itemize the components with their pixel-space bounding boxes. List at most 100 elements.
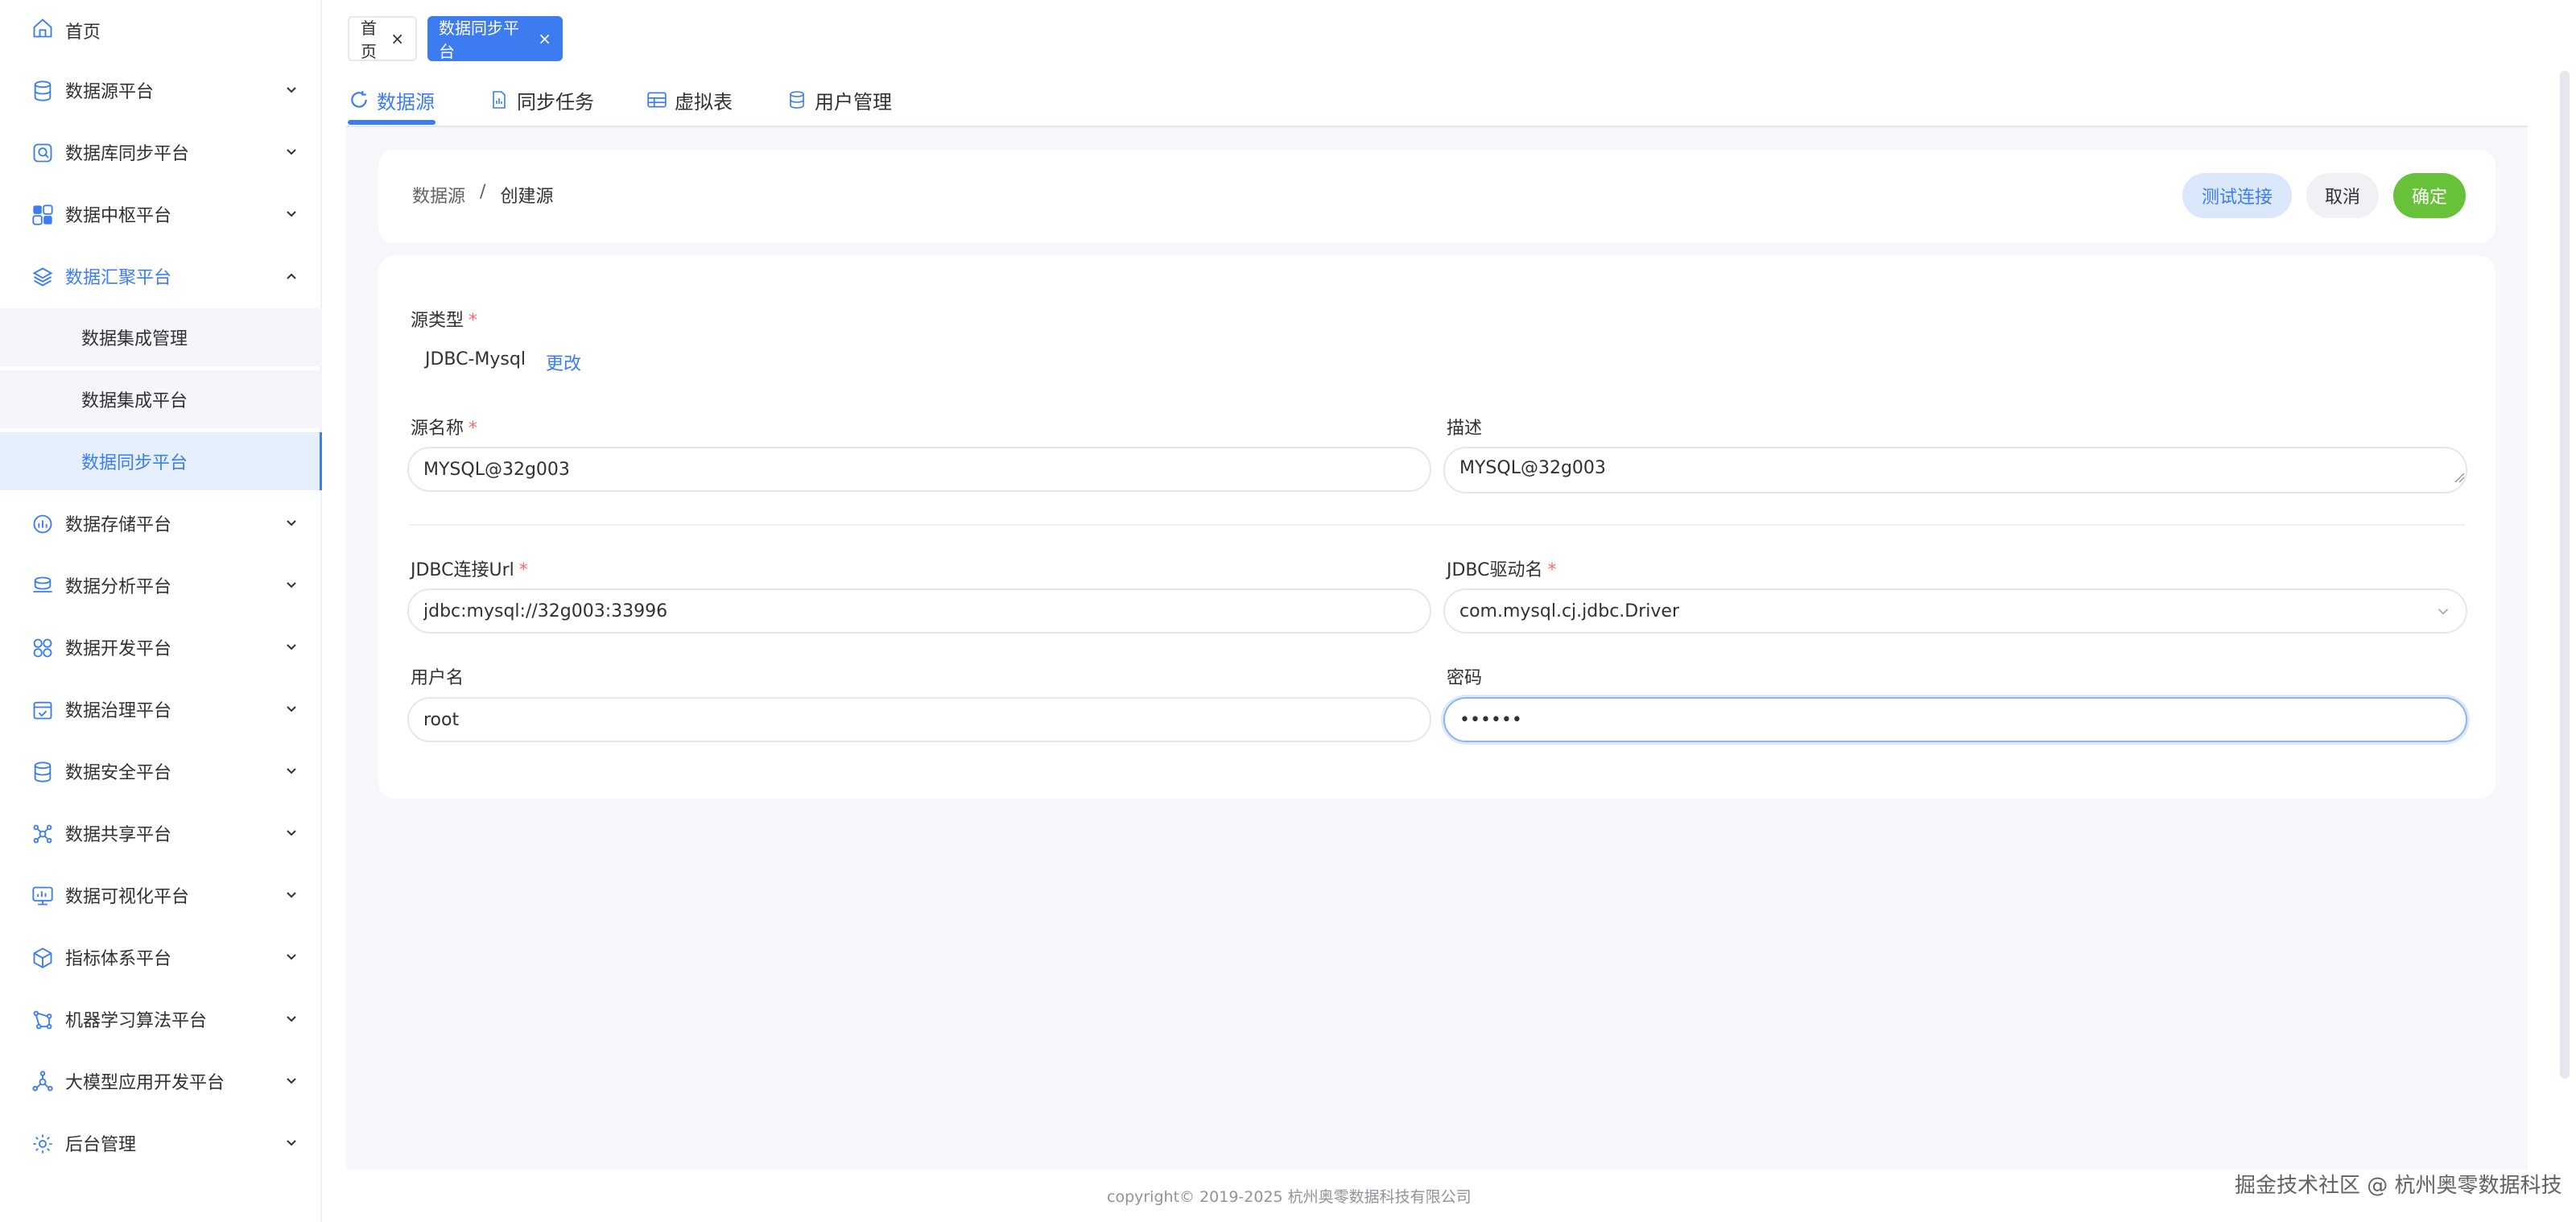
confirm-button[interactable]: 确定 bbox=[2393, 173, 2466, 218]
source-name-label: 源名称 * bbox=[411, 419, 478, 439]
sidebar-item-aggregation[interactable]: 数据汇聚平台 bbox=[0, 246, 320, 307]
watermark: 掘金技术社区 @ 杭州奥零数据科技 bbox=[2235, 1174, 2562, 1198]
home-icon bbox=[31, 16, 55, 40]
jdbc-driver-select[interactable] bbox=[1443, 588, 2467, 634]
sidebar-item-label: 数据共享平台 bbox=[65, 825, 172, 845]
tab-sync-task[interactable]: 同步任务 bbox=[488, 74, 594, 126]
security-icon bbox=[31, 760, 55, 784]
storage-icon bbox=[31, 512, 55, 536]
tab-datasource[interactable]: 数据源 bbox=[348, 74, 435, 126]
chevron-up-icon bbox=[283, 268, 299, 284]
sidebar-item-admin[interactable]: 后台管理 bbox=[0, 1113, 320, 1174]
sidebar: 首页 数据源平台 数据库同步平台 数据中枢平台 数据汇聚平台 数据集成管理 数据… bbox=[0, 0, 322, 1222]
user-db-icon bbox=[786, 89, 808, 111]
tab-label: 同步任务 bbox=[517, 90, 594, 114]
llm-icon bbox=[31, 1070, 55, 1094]
chevron-down-icon bbox=[283, 1135, 299, 1151]
visualization-icon bbox=[31, 884, 55, 908]
tab-virtual-table[interactable]: 虚拟表 bbox=[646, 74, 733, 126]
submenu-item-label: 数据集成管理 bbox=[81, 329, 188, 349]
sidebar-item-home[interactable]: 首页 bbox=[0, 0, 320, 61]
analysis-icon bbox=[31, 574, 55, 598]
chevron-down-icon bbox=[283, 515, 299, 531]
chevron-down-icon bbox=[283, 825, 299, 841]
sidebar-item-label: 数据库同步平台 bbox=[65, 144, 190, 164]
cancel-button[interactable]: 取消 bbox=[2306, 173, 2379, 218]
develop-icon bbox=[31, 636, 55, 660]
chevron-down-icon[interactable] bbox=[2434, 602, 2452, 620]
description-textarea[interactable]: MYSQL@32g003 bbox=[1443, 447, 2467, 493]
database-icon bbox=[31, 79, 55, 103]
sidebar-item-security[interactable]: 数据安全平台 bbox=[0, 741, 320, 802]
sidebar-item-label: 数据可视化平台 bbox=[65, 887, 190, 907]
source-type-label: 源类型 * bbox=[411, 311, 478, 331]
sidebar-item-label: 数据汇聚平台 bbox=[65, 268, 172, 288]
sidebar-item-hub[interactable]: 数据中枢平台 bbox=[0, 184, 320, 245]
close-icon[interactable]: × bbox=[538, 31, 551, 47]
chevron-down-icon bbox=[283, 1073, 299, 1089]
form-divider bbox=[409, 524, 2465, 526]
sidebar-item-governance[interactable]: 数据治理平台 bbox=[0, 679, 320, 740]
tag-home[interactable]: 首页 × bbox=[348, 16, 417, 61]
username-input[interactable] bbox=[407, 697, 1431, 742]
submenu-item-integration-mgmt[interactable]: 数据集成管理 bbox=[0, 308, 322, 366]
source-name-input[interactable] bbox=[407, 447, 1431, 492]
sidebar-item-analysis[interactable]: 数据分析平台 bbox=[0, 555, 320, 616]
sidebar-item-db-sync[interactable]: 数据库同步平台 bbox=[0, 122, 320, 183]
chevron-down-icon bbox=[283, 1011, 299, 1027]
sidebar-item-visualization[interactable]: 数据可视化平台 bbox=[0, 865, 320, 926]
scrollbar[interactable] bbox=[2560, 71, 2570, 1079]
close-icon[interactable]: × bbox=[390, 31, 404, 47]
sidebar-item-metrics[interactable]: 指标体系平台 bbox=[0, 927, 320, 988]
tab-user-management[interactable]: 用户管理 bbox=[786, 74, 892, 126]
refresh-icon bbox=[348, 89, 370, 111]
tag-sync-platform[interactable]: 数据同步平台 × bbox=[427, 16, 563, 61]
change-source-type-link[interactable]: 更改 bbox=[546, 349, 581, 375]
breadcrumb-root[interactable]: 数据源 bbox=[412, 182, 465, 208]
tag-label: 数据同步平台 bbox=[439, 19, 519, 61]
db-sync-icon bbox=[31, 141, 55, 165]
sidebar-item-label: 数据源平台 bbox=[65, 82, 155, 102]
chevron-down-icon bbox=[283, 639, 299, 655]
sidebar-item-label: 数据安全平台 bbox=[65, 763, 172, 783]
tab-label: 数据源 bbox=[377, 90, 435, 114]
metrics-icon bbox=[31, 946, 55, 970]
sidebar-item-label: 大模型应用开发平台 bbox=[65, 1073, 225, 1093]
username-label: 用户名 bbox=[411, 668, 464, 688]
breadcrumb-current: 创建源 bbox=[500, 187, 554, 207]
resize-handle-icon[interactable] bbox=[2454, 472, 2465, 483]
tab-label: 用户管理 bbox=[815, 90, 892, 114]
jdbc-driver-label: JDBC驱动名 * bbox=[1447, 560, 1557, 580]
password-label: 密码 bbox=[1447, 668, 1483, 688]
task-icon bbox=[488, 89, 510, 111]
copyright-footer: copyright© 2019-2025 杭州奥零数据科技有限公司 bbox=[1107, 1188, 1472, 1206]
sidebar-item-share[interactable]: 数据共享平台 bbox=[0, 803, 320, 864]
submenu-item-label: 数据同步平台 bbox=[81, 453, 188, 473]
password-input[interactable] bbox=[1443, 697, 2467, 742]
chevron-down-icon bbox=[283, 206, 299, 222]
sidebar-item-develop[interactable]: 数据开发平台 bbox=[0, 617, 320, 678]
sidebar-item-llm[interactable]: 大模型应用开发平台 bbox=[0, 1051, 320, 1112]
sidebar-item-label: 指标体系平台 bbox=[65, 949, 172, 969]
submenu-item-sync-platform[interactable]: 数据同步平台 bbox=[0, 432, 322, 490]
sidebar-item-label: 数据治理平台 bbox=[65, 701, 172, 721]
governance-icon bbox=[31, 698, 55, 722]
tab-active-indicator bbox=[348, 120, 436, 125]
header-card bbox=[378, 150, 2496, 243]
ml-icon bbox=[31, 1008, 55, 1032]
chevron-down-icon bbox=[283, 763, 299, 779]
chevron-down-icon bbox=[283, 887, 299, 903]
breadcrumb: 数据源 / 创建源 bbox=[412, 182, 553, 208]
hub-icon bbox=[31, 203, 55, 227]
sidebar-item-ml[interactable]: 机器学习算法平台 bbox=[0, 989, 320, 1050]
sidebar-item-datasource[interactable]: 数据源平台 bbox=[0, 60, 320, 121]
chevron-down-icon bbox=[283, 949, 299, 965]
sidebar-item-storage[interactable]: 数据存储平台 bbox=[0, 493, 320, 554]
chevron-down-icon bbox=[283, 82, 299, 98]
submenu-item-integration-platform[interactable]: 数据集成平台 bbox=[0, 370, 322, 428]
jdbc-url-input[interactable] bbox=[407, 588, 1431, 634]
sidebar-item-label: 机器学习算法平台 bbox=[65, 1011, 208, 1031]
tab-label: 虚拟表 bbox=[675, 90, 733, 114]
test-connection-button[interactable]: 测试连接 bbox=[2182, 173, 2292, 218]
chevron-down-icon bbox=[283, 144, 299, 160]
